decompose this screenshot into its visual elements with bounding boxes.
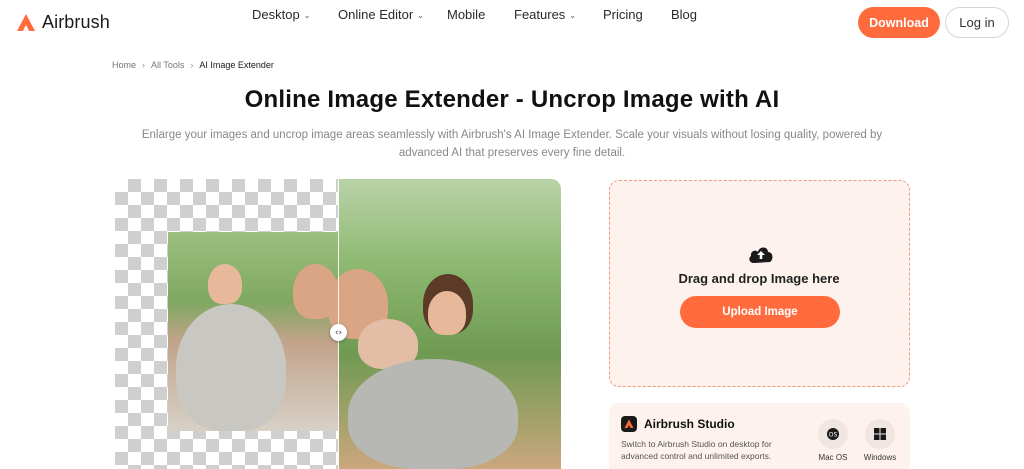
nav-item-mobile[interactable]: Mobile (447, 7, 485, 22)
page-title: Online Image Extender - Uncrop Image wit… (244, 86, 780, 113)
before-after-preview[interactable]: ‹› (115, 179, 561, 469)
studio-title: Airbrush Studio (644, 417, 735, 431)
page-subtitle: Enlarge your images and uncrop image are… (141, 129, 883, 159)
breadcrumb-separator-icon: › (142, 60, 146, 70)
nav-item-label: Mobile (447, 6, 486, 22)
windows-icon (874, 428, 886, 440)
upload-dropzone[interactable]: Drag and drop Image here Upload Image (609, 180, 910, 387)
airbrush-studio-logo-icon (621, 416, 637, 432)
svg-text:OS: OS (829, 432, 838, 439)
airbrush-studio-card: Airbrush Studio Switch to Airbrush Studi… (609, 403, 910, 469)
nav-item-label: Online Editor (338, 6, 414, 22)
extended-photo (328, 179, 561, 469)
windows-download-button[interactable] (865, 419, 895, 449)
breadcrumb-home-link[interactable]: Home (112, 60, 136, 70)
mac-os-download-button[interactable]: OS (818, 419, 848, 449)
mac-os-label: Mac OS (818, 453, 848, 462)
nav-item-online-editor[interactable]: Online Editor ⌄ (338, 7, 424, 22)
chevron-down-icon: ⌄ (417, 10, 424, 20)
nav-item-desktop[interactable]: Desktop ⌄ (252, 7, 310, 22)
upload-image-button[interactable]: Upload Image (680, 296, 840, 328)
airbrush-logo-icon (17, 13, 35, 31)
breadcrumb-current: AI Image Extender (199, 60, 274, 70)
nav-item-label: Desktop (252, 6, 300, 22)
brand-logo[interactable]: Airbrush (16, 12, 110, 33)
login-button[interactable]: Log in (945, 7, 1009, 38)
breadcrumb: Home › All Tools › AI Image Extender (112, 60, 274, 70)
windows-label: Windows (863, 453, 897, 462)
left-right-arrows-icon[interactable]: ‹› (330, 324, 347, 341)
nav-item-label: Features (514, 6, 566, 22)
nav-item-label: Blog (671, 6, 698, 22)
nav-item-pricing[interactable]: Pricing (603, 7, 643, 22)
brand-name: Airbrush (42, 12, 110, 32)
site-header: Airbrush Desktop ⌄ Online Editor ⌄ Mobil… (0, 0, 1024, 45)
apple-icon: OS (827, 428, 839, 440)
original-cropped-photo (168, 232, 338, 431)
chevron-down-icon: ⌄ (303, 10, 311, 20)
drop-instructions: Drag and drop Image here (678, 271, 840, 286)
cloud-upload-icon (749, 247, 773, 263)
download-button[interactable]: Download (858, 7, 940, 38)
breadcrumb-separator-icon: › (190, 60, 194, 70)
studio-description: Switch to Airbrush Studio on desktop for… (621, 439, 772, 461)
breadcrumb-all-tools-link[interactable]: All Tools (151, 60, 184, 70)
nav-item-blog[interactable]: Blog (671, 7, 697, 22)
chevron-down-icon: ⌄ (569, 10, 577, 20)
nav-item-features[interactable]: Features ⌄ (514, 7, 576, 22)
transparent-canvas-area (115, 179, 338, 469)
nav-item-label: Pricing (603, 6, 643, 22)
